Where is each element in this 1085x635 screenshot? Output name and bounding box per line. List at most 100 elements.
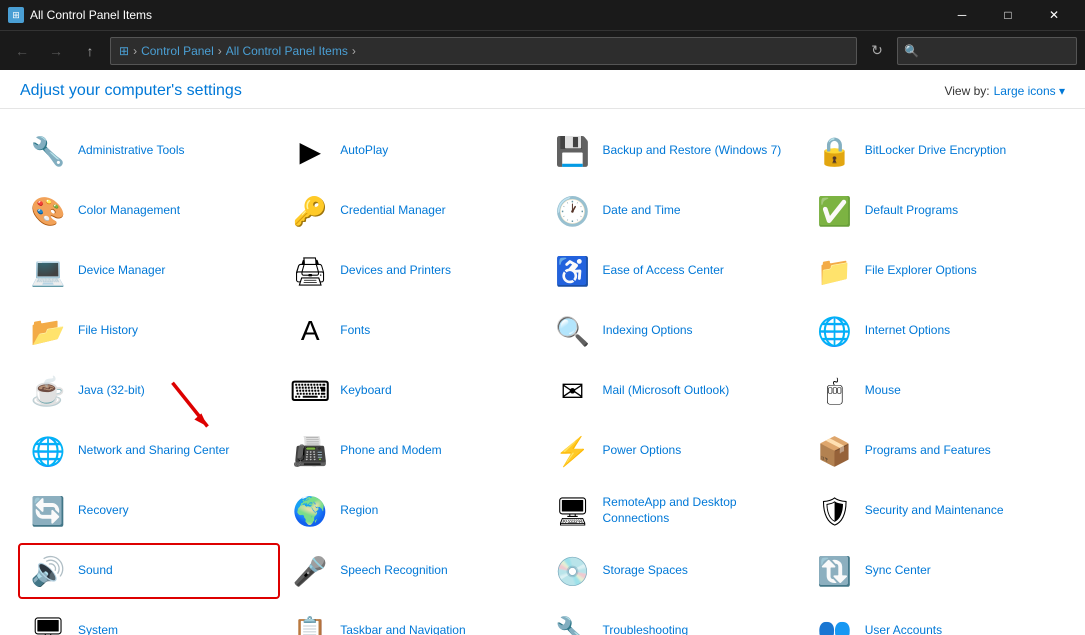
recovery-label[interactable]: Recovery <box>78 503 129 519</box>
items-container[interactable]: 🔧 Administrative Tools ▶ AutoPlay 💾Backup an… <box>0 109 1085 635</box>
speech-recognition-label[interactable]: Speech Recognition <box>340 563 447 579</box>
file-explorer-opts-label[interactable]: File Explorer Options <box>865 263 977 279</box>
item-system[interactable]: 🖥 System <box>20 605 278 635</box>
item-keyboard[interactable]: ⌨ Keyboard <box>282 365 540 417</box>
credential-mgr-label[interactable]: Credential Manager <box>340 203 445 219</box>
item-mail-outlook[interactable]: ✉ Mail (Microsoft Outlook) <box>545 365 803 417</box>
item-backup-restore[interactable]: 💾Backup and Restore (Windows 7) <box>545 125 803 177</box>
refresh-button[interactable]: ↻ <box>863 37 891 65</box>
item-default-programs[interactable]: ✅ Default Programs <box>807 185 1065 237</box>
forward-button[interactable]: → <box>42 37 70 65</box>
item-mouse[interactable]: 🖱Mouse <box>807 365 1065 417</box>
sound-label[interactable]: Sound <box>78 563 113 579</box>
item-credential-mgr[interactable]: 🔑Credential Manager <box>282 185 540 237</box>
remoteapp-label[interactable]: RemoteApp and Desktop Connections <box>603 495 795 526</box>
title-bar: ⊞ All Control Panel Items ─ □ ✕ <box>0 0 1085 30</box>
ease-access-label[interactable]: Ease of Access Center <box>603 263 724 279</box>
autoplay-label[interactable]: AutoPlay <box>340 143 388 159</box>
keyboard-label[interactable]: Keyboard <box>340 383 391 399</box>
view-by-dropdown[interactable]: Large icons ▾ <box>994 84 1065 98</box>
fonts-label[interactable]: Fonts <box>340 323 370 339</box>
taskbar-nav-label[interactable]: Taskbar and Navigation <box>340 623 465 635</box>
default-programs-icon: ✅ <box>815 191 855 231</box>
taskbar-nav-icon: 📋 <box>290 611 330 635</box>
autoplay-icon: ▶ <box>290 131 330 171</box>
power-opts-label[interactable]: Power Options <box>603 443 682 459</box>
close-button[interactable]: ✕ <box>1031 0 1077 30</box>
internet-opts-label[interactable]: Internet Options <box>865 323 950 339</box>
item-taskbar-nav[interactable]: 📋 Taskbar and Navigation <box>282 605 540 635</box>
item-remoteapp[interactable]: 🖥RemoteApp and Desktop Connections <box>545 485 803 537</box>
back-button[interactable]: ← <box>8 37 36 65</box>
item-security-maintenance[interactable]: 🛡Security and Maintenance <box>807 485 1065 537</box>
default-programs-label[interactable]: Default Programs <box>865 203 958 219</box>
admin-tools-label[interactable]: Administrative Tools <box>78 143 185 159</box>
up-button[interactable]: ↑ <box>76 37 104 65</box>
indexing-opts-label[interactable]: Indexing Options <box>603 323 693 339</box>
date-time-label[interactable]: Date and Time <box>603 203 681 219</box>
item-sync-center[interactable]: 🔃Sync Center <box>807 545 1065 597</box>
phone-modem-label[interactable]: Phone and Modem <box>340 443 441 459</box>
item-speech-recognition[interactable]: 🎤Speech Recognition <box>282 545 540 597</box>
minimize-button[interactable]: ─ <box>939 0 985 30</box>
user-accounts-icon: 👥 <box>815 611 855 635</box>
address-path[interactable]: ⊞ › Control Panel › All Control Panel It… <box>110 37 857 65</box>
system-icon: 🖥 <box>28 611 68 635</box>
item-indexing-opts[interactable]: 🔍Indexing Options <box>545 305 803 357</box>
item-file-history[interactable]: 📂 File History <box>20 305 278 357</box>
user-accounts-label[interactable]: User Accounts <box>865 623 942 635</box>
bitlocker-icon: 🔒 <box>815 131 855 171</box>
sync-center-label[interactable]: Sync Center <box>865 563 931 579</box>
devices-printers-label[interactable]: Devices and Printers <box>340 263 451 279</box>
item-admin-tools[interactable]: 🔧 Administrative Tools <box>20 125 278 177</box>
storage-spaces-label[interactable]: Storage Spaces <box>603 563 688 579</box>
item-java[interactable]: ☕Java (32-bit) <box>20 365 278 417</box>
item-autoplay[interactable]: ▶ AutoPlay <box>282 125 540 177</box>
phone-modem-icon: 📠 <box>290 431 330 471</box>
item-storage-spaces[interactable]: 💿Storage Spaces <box>545 545 803 597</box>
item-ease-access[interactable]: ♿Ease of Access Center <box>545 245 803 297</box>
item-programs-features[interactable]: 📦Programs and Features <box>807 425 1065 477</box>
item-file-explorer-opts[interactable]: 📁File Explorer Options <box>807 245 1065 297</box>
device-manager-label[interactable]: Device Manager <box>78 263 165 279</box>
color-mgmt-label[interactable]: Color Management <box>78 203 180 219</box>
item-user-accounts[interactable]: 👥 User Accounts <box>807 605 1065 635</box>
item-recovery[interactable]: 🔄Recovery <box>20 485 278 537</box>
internet-opts-icon: 🌐 <box>815 311 855 351</box>
item-power-opts[interactable]: ⚡Power Options <box>545 425 803 477</box>
item-color-mgmt[interactable]: 🎨Color Management <box>20 185 278 237</box>
troubleshooting-label[interactable]: Troubleshooting <box>603 623 689 635</box>
breadcrumb-control-panel[interactable]: Control Panel <box>141 44 214 58</box>
mail-outlook-label[interactable]: Mail (Microsoft Outlook) <box>603 383 730 399</box>
search-box[interactable]: 🔍 <box>897 37 1077 65</box>
mail-outlook-icon: ✉ <box>553 371 593 411</box>
java-label[interactable]: Java (32-bit) <box>78 383 145 399</box>
system-label[interactable]: System <box>78 623 118 635</box>
admin-tools-icon: 🔧 <box>28 131 68 171</box>
item-sound[interactable]: 🔊Sound <box>20 545 278 597</box>
network-sharing-label[interactable]: Network and Sharing Center <box>78 443 229 459</box>
item-internet-opts[interactable]: 🌐 Internet Options <box>807 305 1065 357</box>
item-region[interactable]: 🌍Region <box>282 485 540 537</box>
item-device-manager[interactable]: 💻Device Manager <box>20 245 278 297</box>
item-network-sharing[interactable]: 🌐Network and Sharing Center <box>20 425 278 477</box>
mouse-label[interactable]: Mouse <box>865 383 901 399</box>
item-devices-printers[interactable]: 🖨Devices and Printers <box>282 245 540 297</box>
breadcrumb-all-items[interactable]: All Control Panel Items <box>226 44 348 58</box>
bitlocker-label[interactable]: BitLocker Drive Encryption <box>865 143 1006 159</box>
keyboard-icon: ⌨ <box>290 371 330 411</box>
item-phone-modem[interactable]: 📠 Phone and Modem <box>282 425 540 477</box>
maximize-button[interactable]: □ <box>985 0 1031 30</box>
content-header: Adjust your computer's settings View by:… <box>0 70 1085 109</box>
item-troubleshooting[interactable]: 🔧Troubleshooting <box>545 605 803 635</box>
item-date-time[interactable]: 🕐Date and Time <box>545 185 803 237</box>
programs-features-label[interactable]: Programs and Features <box>865 443 991 459</box>
file-history-label[interactable]: File History <box>78 323 138 339</box>
item-fonts[interactable]: AFonts <box>282 305 540 357</box>
view-by-label: View by: <box>944 84 989 98</box>
item-bitlocker[interactable]: 🔒 BitLocker Drive Encryption <box>807 125 1065 177</box>
region-label[interactable]: Region <box>340 503 378 519</box>
file-history-icon: 📂 <box>28 311 68 351</box>
backup-restore-label[interactable]: Backup and Restore (Windows 7) <box>603 143 782 159</box>
security-maintenance-label[interactable]: Security and Maintenance <box>865 503 1004 519</box>
